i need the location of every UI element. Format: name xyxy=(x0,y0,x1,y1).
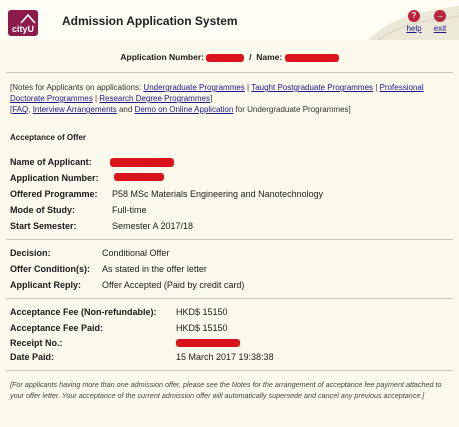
redacted-application-number xyxy=(206,53,245,62)
semester-label: Start Semester: xyxy=(10,221,77,231)
link-demo[interactable]: Demo on Online Application xyxy=(135,105,234,114)
separator: / xyxy=(249,52,252,62)
divider xyxy=(6,239,453,240)
receipt-row: Receipt No.: xyxy=(10,338,240,348)
exit-icon: → xyxy=(434,10,446,22)
footnote: [For applicants having more than one adm… xyxy=(10,380,442,400)
separator: | xyxy=(247,83,250,92)
applicant-name-row: Name of Applicant: xyxy=(10,157,174,167)
fee-paid-row: Acceptance Fee Paid: HKD$ 15150 xyxy=(10,323,228,333)
redacted-applicant-name xyxy=(110,158,174,167)
help-button[interactable]: ? help xyxy=(404,10,424,33)
help-icon: ? xyxy=(408,10,420,22)
bracket: ] xyxy=(209,94,213,103)
applicant-number-row: Application Number: xyxy=(10,173,164,183)
decision-value: Conditional Offer xyxy=(102,248,170,258)
decision-label: Decision: xyxy=(10,248,51,258)
fee-row: Acceptance Fee (Non-refundable): HKD$ 15… xyxy=(10,307,228,317)
redacted-applicant-number xyxy=(114,173,164,181)
receipt-label: Receipt No.: xyxy=(10,338,63,348)
redacted-name xyxy=(284,53,339,62)
fee-label: Acceptance Fee (Non-refundable): xyxy=(10,307,157,317)
fee-value: HKD$ 15150 xyxy=(176,307,228,317)
name-label: Name: xyxy=(256,52,283,62)
reply-row: Applicant Reply: Offer Accepted (Paid by… xyxy=(10,280,244,290)
date-paid-row: Date Paid: 15 March 2017 19:38:38 xyxy=(10,352,274,362)
exit-link[interactable]: exit xyxy=(430,24,450,33)
notes-prefix: [Notes for Applicants on applications: xyxy=(10,83,142,92)
mode-row: Mode of Study: Full-time xyxy=(10,205,147,215)
notes-links: [Notes for Applicants on applications: U… xyxy=(10,83,424,114)
separator: | xyxy=(94,94,98,103)
fee-paid-label: Acceptance Fee Paid: xyxy=(10,323,104,333)
applicant-name-label: Name of Applicant: xyxy=(10,157,92,167)
semester-value: Semester A 2017/18 xyxy=(112,221,194,231)
link-faq[interactable]: FAQ xyxy=(12,105,28,114)
and-text: and xyxy=(118,105,133,114)
reply-label: Applicant Reply: xyxy=(10,280,82,290)
exit-button[interactable]: → exit xyxy=(430,10,450,33)
date-paid-value: 15 March 2017 19:38:38 xyxy=(176,352,274,362)
notes-suffix: for Undergraduate Programmes] xyxy=(235,105,351,114)
divider xyxy=(6,370,453,371)
applicant-number-label: Application Number: xyxy=(10,173,99,183)
header-bar: cityU Admission Application System ? hel… xyxy=(0,0,459,40)
conditions-row: Offer Condition(s): As stated in the off… xyxy=(10,264,207,274)
cityu-logo: cityU xyxy=(8,10,38,36)
decision-row: Decision: Conditional Offer xyxy=(10,248,169,258)
application-number-label: Application Number: xyxy=(120,52,204,62)
admission-page: cityU Admission Application System ? hel… xyxy=(0,0,459,427)
conditions-value: As stated in the offer letter xyxy=(102,264,207,274)
fee-paid-value: HKD$ 15150 xyxy=(176,323,228,333)
conditions-label: Offer Condition(s): xyxy=(10,264,90,274)
link-taught-postgraduate[interactable]: Taught Postgraduate Programmes xyxy=(251,83,373,92)
application-number-bar: Application Number: / Name: xyxy=(0,52,459,62)
mode-label: Mode of Study: xyxy=(10,205,75,215)
date-paid-label: Date Paid: xyxy=(10,352,55,362)
section-title: Acceptance of Offer xyxy=(10,133,87,142)
help-link[interactable]: help xyxy=(404,24,424,33)
programme-label: Offered Programme: xyxy=(10,189,98,199)
separator: | xyxy=(375,83,378,92)
link-interview[interactable]: Interview Arrangements xyxy=(33,105,117,114)
link-research-degree[interactable]: Research Degree Programmes xyxy=(99,94,210,103)
logo-text: cityU xyxy=(11,24,34,34)
semester-row: Start Semester: Semester A 2017/18 xyxy=(10,221,193,231)
logo-mark-icon xyxy=(20,14,36,24)
programme-row: Offered Programme: P58 MSc Materials Eng… xyxy=(10,189,323,199)
reply-value: Offer Accepted (Paid by credit card) xyxy=(102,280,245,290)
mode-value: Full-time xyxy=(112,205,147,215)
link-undergraduate[interactable]: Undergraduate Programmes xyxy=(143,83,244,92)
redacted-receipt-number xyxy=(176,339,240,347)
divider xyxy=(6,72,453,73)
divider xyxy=(6,298,453,299)
programme-value: P58 MSc Materials Engineering and Nanote… xyxy=(112,189,324,199)
app-title: Admission Application System xyxy=(62,14,238,28)
